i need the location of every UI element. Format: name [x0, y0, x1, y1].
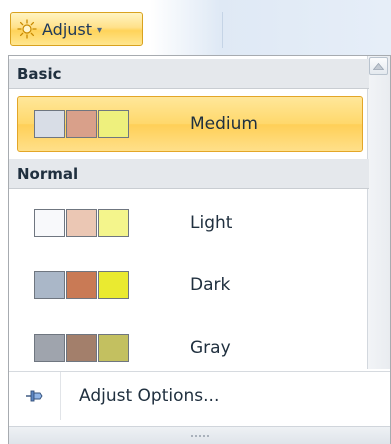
color-swatches — [34, 271, 130, 299]
color-swatch — [34, 271, 65, 299]
preset-item-light[interactable]: Light — [17, 195, 363, 251]
adjust-dropdown-button[interactable]: Adjust ▾ — [10, 12, 143, 46]
preset-item-medium[interactable]: Medium — [17, 96, 363, 152]
color-swatch — [66, 334, 97, 362]
vertical-scrollbar[interactable] — [367, 56, 390, 369]
preset-item-label: Gray — [190, 338, 231, 358]
color-swatch — [66, 110, 97, 138]
preset-item-dark[interactable]: Dark — [17, 257, 363, 313]
color-swatches — [34, 209, 130, 237]
color-swatch — [34, 209, 65, 237]
color-swatch — [98, 271, 129, 299]
chevron-down-icon: ▾ — [97, 24, 103, 36]
preset-item-label: Light — [190, 213, 233, 233]
preset-item-gray[interactable]: Gray — [17, 320, 363, 376]
grip-dots-icon — [190, 434, 210, 437]
color-swatches — [34, 110, 130, 138]
color-swatch — [66, 271, 97, 299]
preset-item-label: Medium — [190, 114, 258, 134]
adjust-button-label: Adjust — [42, 19, 93, 39]
sun-icon — [17, 19, 37, 39]
adjust-dropdown-menu: Basic Medium Normal Light Dark Gray Adju… — [8, 55, 391, 444]
color-swatch — [34, 110, 65, 138]
preset-item-label: Dark — [190, 275, 231, 295]
color-swatch — [98, 110, 129, 138]
color-swatch — [66, 209, 97, 237]
color-swatches — [34, 334, 130, 362]
resize-grip[interactable] — [9, 426, 390, 444]
push-pin-icon — [9, 372, 61, 420]
app-stage: Adjust ▾ Basic Medium Normal Light Dark … — [0, 0, 391, 444]
color-swatch — [98, 209, 129, 237]
section-header-normal: Normal — [9, 159, 369, 189]
section-header-basic: Basic — [9, 59, 369, 89]
adjust-options-menu-item[interactable]: Adjust Options... — [9, 372, 390, 420]
color-swatch — [34, 334, 65, 362]
ribbon-divider — [222, 12, 223, 48]
color-swatch — [98, 334, 129, 362]
adjust-options-label: Adjust Options... — [79, 386, 220, 406]
scroll-up-icon[interactable] — [369, 57, 388, 75]
